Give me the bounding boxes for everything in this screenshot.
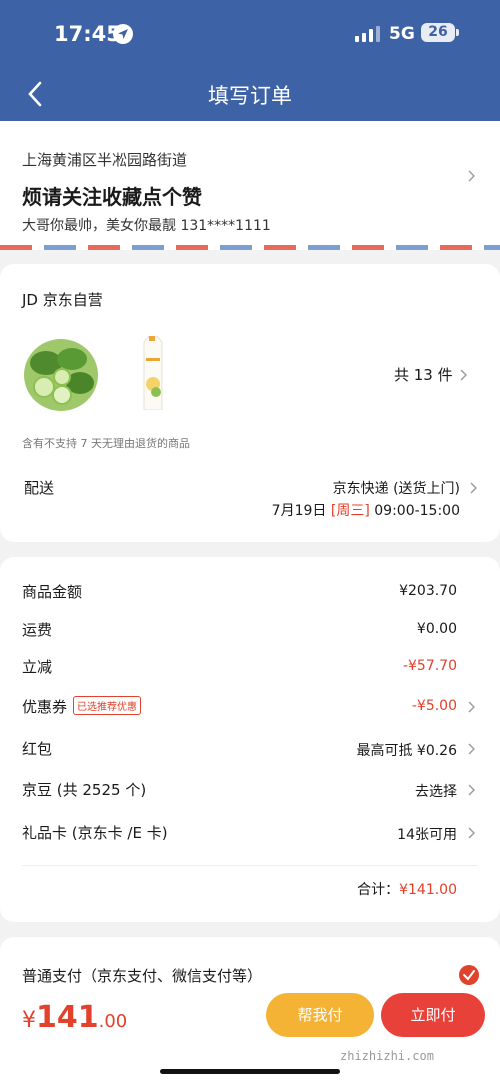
address-line: 上海黄浦区半凇园路街道 xyxy=(22,151,188,169)
battery-icon: 26 xyxy=(421,23,455,42)
location-arrow-icon xyxy=(113,24,133,44)
shipping-weekday: [周三] xyxy=(330,503,370,519)
shop-name: JD 京东自营 xyxy=(22,291,103,309)
redpack-value[interactable]: 最高可抵 ¥0.26 xyxy=(356,740,457,760)
return-note: 含有不支持 7 天无理由退货的商品 xyxy=(22,437,190,450)
payment-method[interactable]: 普通支付（京东支付、微信支付等） xyxy=(22,965,262,986)
shipping-date: 7月19日 xyxy=(271,503,327,519)
check-icon[interactable] xyxy=(459,965,479,985)
shipping-label: 配送 xyxy=(24,479,55,497)
network-type: 5G xyxy=(389,24,415,44)
beans-value[interactable]: 去选择 xyxy=(415,781,457,801)
summary-card: 商品金额 ¥203.70 运费 ¥0.00 立减 -¥57.70 优惠券 已选推荐… xyxy=(0,557,500,922)
discount-label: 立减 xyxy=(22,658,53,676)
airmail-border xyxy=(0,245,500,250)
total: 合计：¥141.00 xyxy=(357,879,457,899)
coupon-row[interactable]: 优惠券 已选推荐优惠 xyxy=(22,696,142,717)
status-time: 17:45 xyxy=(54,22,121,46)
giftcard-value[interactable]: 14张可用 xyxy=(397,824,457,844)
divider xyxy=(22,865,478,866)
watermark: zhizhizhi.com xyxy=(340,1049,434,1063)
product-image-limes[interactable] xyxy=(24,339,98,411)
chevron-right-icon xyxy=(468,743,475,755)
home-indicator[interactable] xyxy=(160,1069,340,1074)
price-currency: ¥ xyxy=(22,1008,36,1033)
coupon-value[interactable]: -¥5.00 xyxy=(412,698,457,714)
coupon-tag: 已选推荐优惠 xyxy=(73,696,142,715)
shipping-window: 09:00-15:00 xyxy=(374,503,460,519)
signal-icon xyxy=(355,26,380,42)
goods-amount-label: 商品金额 xyxy=(22,583,83,601)
chevron-right-icon xyxy=(468,701,475,713)
item-count[interactable]: 共 13 件 xyxy=(394,364,453,385)
chevron-right-icon xyxy=(470,482,477,494)
shipping-time[interactable]: 7月19日 [周三] 09:00-15:00 xyxy=(272,500,460,520)
help-me-pay-button[interactable]: 帮我付 xyxy=(266,993,374,1037)
shipping-method[interactable]: 京东快递 (送货上门) xyxy=(333,478,460,498)
products-card: JD 京东自营 共 13 件 含有不支持 7 天无理由退货的商品 配送 京东快递… xyxy=(0,264,500,542)
header: 17:45 5G 26 填写订单 xyxy=(0,0,500,121)
discount-value: -¥57.70 xyxy=(402,658,457,674)
chevron-right-icon xyxy=(468,170,475,182)
goods-amount-value: ¥203.70 xyxy=(399,583,457,599)
page-title: 填写订单 xyxy=(208,84,292,108)
pay-now-button[interactable]: 立即付 xyxy=(381,993,485,1037)
total-label: 合计： xyxy=(357,882,400,898)
payment-card: 普通支付（京东支付、微信支付等） ¥141.00 帮我付 立即付 zhizhiz… xyxy=(0,937,500,1084)
chevron-right-icon xyxy=(460,369,467,381)
giftcard-label: 礼品卡 (京东卡 /E 卡) xyxy=(22,824,168,842)
beans-label: 京豆 (共 2525 个) xyxy=(22,781,147,799)
freight-value: ¥0.00 xyxy=(416,621,457,637)
address-title: 烦请关注收藏点个赞 xyxy=(22,185,202,209)
price-decimal: .00 xyxy=(98,1011,128,1032)
freight-label: 运费 xyxy=(22,621,53,639)
redpack-label: 红包 xyxy=(22,740,53,758)
total-value: ¥141.00 xyxy=(399,882,457,898)
battery-tip xyxy=(456,29,459,36)
product-image-juice[interactable] xyxy=(140,335,166,411)
address-contact: 大哥你最帅，美女你最靓 131****1111 xyxy=(22,218,271,234)
payable-price: ¥141.00 xyxy=(22,1000,127,1035)
coupon-label: 优惠券 xyxy=(22,698,68,716)
chevron-right-icon xyxy=(468,784,475,796)
price-integer: 141 xyxy=(36,1000,99,1035)
address-card[interactable]: 上海黄浦区半凇园路街道 烦请关注收藏点个赞 大哥你最帅，美女你最靓 131***… xyxy=(0,121,500,250)
chevron-right-icon xyxy=(468,827,475,839)
